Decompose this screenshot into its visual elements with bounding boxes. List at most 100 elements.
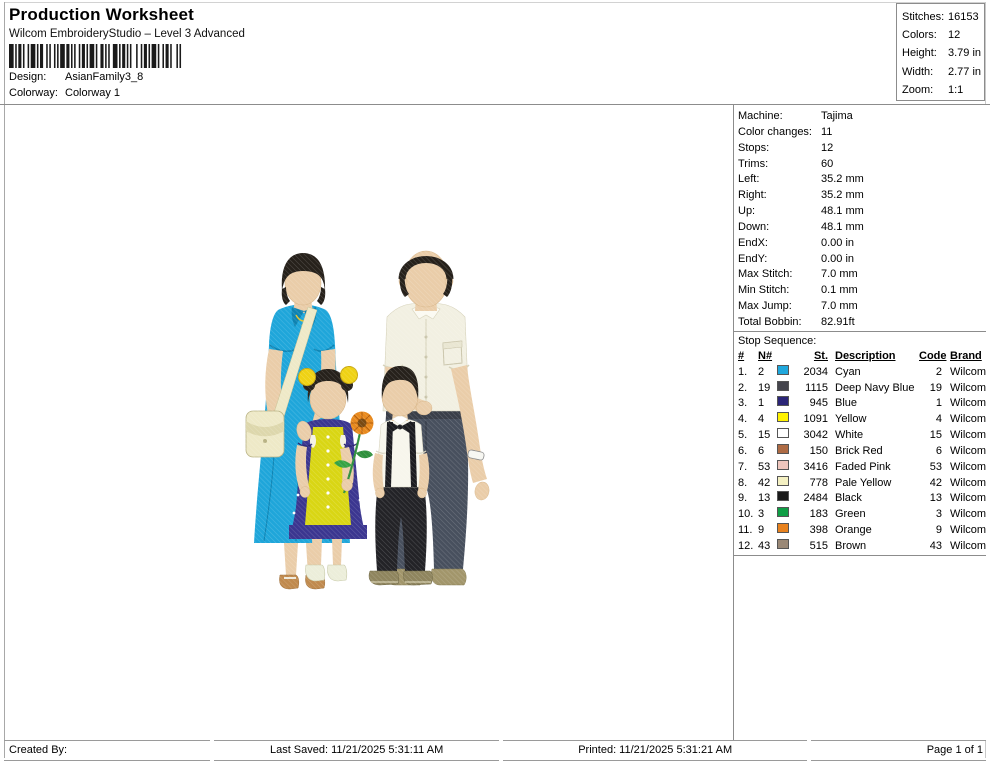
stats-row: Width:2.77 in: [902, 63, 984, 81]
machine-info-row: EndY:0.00 in: [738, 252, 986, 268]
swatch-cell: [777, 428, 793, 444]
stop-num: 6.: [738, 444, 758, 460]
stop-needle: 13: [758, 491, 777, 507]
stop-brand: Wilcom: [944, 365, 986, 381]
design-area: [5, 105, 733, 740]
swatch-cell: [777, 507, 793, 523]
color-swatch: [777, 460, 789, 470]
colorway-row: Colorway:Colorway 1: [9, 87, 120, 99]
stop-needle: 53: [758, 460, 777, 476]
machine-info-row: EndX:0.00 in: [738, 236, 986, 252]
stop-stitch-count: 150: [793, 444, 830, 460]
stop-needle: 1: [758, 396, 777, 412]
stop-brand: Wilcom: [944, 507, 986, 523]
machine-info-value: 48.1 mm: [821, 220, 864, 236]
stop-num: 12.: [738, 539, 758, 555]
machine-info-value: 0.1 mm: [821, 283, 858, 299]
machine-info-value: 60: [821, 157, 833, 173]
swatch-cell: [777, 444, 793, 460]
stop-description: Faded Pink: [830, 460, 919, 476]
stop-sequence-row: 8.42778Pale Yellow42Wilcom: [738, 476, 986, 492]
design-label: Design:: [9, 71, 65, 83]
swatch-cell: [777, 381, 793, 397]
stop-stitch-count: 3416: [793, 460, 830, 476]
stop-num: 5.: [738, 428, 758, 444]
machine-info-row: Trims:60: [738, 157, 986, 173]
machine-info-value: 0.00 in: [821, 236, 854, 252]
machine-info-label: EndX:: [738, 236, 821, 252]
stop-brand: Wilcom: [944, 523, 986, 539]
color-swatch: [777, 428, 789, 438]
stop-stitch-count: 2034: [793, 365, 830, 381]
color-swatch: [777, 491, 789, 501]
machine-info-value: 7.0 mm: [821, 267, 858, 283]
col-header-num: #: [738, 349, 758, 365]
footer-created-by: Created By:: [4, 740, 210, 761]
stop-stitch-count: 945: [793, 396, 830, 412]
stop-sequence-row: 2.191115Deep Navy Blue19Wilcom: [738, 381, 986, 397]
machine-info-row: Total Bobbin:82.91ft: [738, 315, 986, 331]
footer-printed: Printed: 11/21/2025 5:31:21 AM: [503, 740, 807, 761]
stats-label: Colors:: [902, 26, 948, 44]
machine-info-value: 12: [821, 141, 833, 157]
color-swatch: [777, 412, 789, 422]
stop-code: 9: [919, 523, 944, 539]
stop-num: 3.: [738, 396, 758, 412]
stop-code: 15: [919, 428, 944, 444]
stop-brand: Wilcom: [944, 539, 986, 555]
stats-value: 16153: [948, 8, 984, 26]
table-header-row: #N#St.DescriptionCodeBrand: [738, 349, 986, 365]
stop-code: 2: [919, 365, 944, 381]
color-swatch: [777, 523, 789, 533]
stop-code: 53: [919, 460, 944, 476]
machine-info-label: EndY:: [738, 252, 821, 268]
stop-description: Orange: [830, 523, 919, 539]
stop-sequence-row: 7.533416Faded Pink53Wilcom: [738, 460, 986, 476]
stop-num: 7.: [738, 460, 758, 476]
color-swatch: [777, 476, 789, 486]
stats-box: Stitches:16153Colors:12Height:3.79 inWid…: [896, 3, 985, 101]
stop-code: 19: [919, 381, 944, 397]
stop-description: Black: [830, 491, 919, 507]
stop-sequence-title: Stop Sequence:: [734, 332, 986, 349]
stop-code: 4: [919, 412, 944, 428]
stop-needle: 3: [758, 507, 777, 523]
machine-info-row: Right:35.2 mm: [738, 188, 986, 204]
stop-description: Green: [830, 507, 919, 523]
machine-info-value: 0.00 in: [821, 252, 854, 268]
stop-num: 11.: [738, 523, 758, 539]
swatch-cell: [777, 523, 793, 539]
machine-info-label: Left:: [738, 172, 821, 188]
machine-info-label: Color changes:: [738, 125, 821, 141]
design-preview: [240, 245, 498, 597]
stop-code: 1: [919, 396, 944, 412]
stop-description: Deep Navy Blue: [830, 381, 919, 397]
stop-code: 6: [919, 444, 944, 460]
stop-needle: 15: [758, 428, 777, 444]
stop-needle: 43: [758, 539, 777, 555]
table-bottom-border: [734, 555, 986, 556]
machine-info-value: 7.0 mm: [821, 299, 858, 315]
stop-stitch-count: 3042: [793, 428, 830, 444]
stop-sequence-row: 4.41091Yellow4Wilcom: [738, 412, 986, 428]
stop-description: Blue: [830, 396, 919, 412]
machine-info-label: Trims:: [738, 157, 821, 173]
stop-description: Brown: [830, 539, 919, 555]
stop-sequence-row: 9.132484Black13Wilcom: [738, 491, 986, 507]
stop-description: Brick Red: [830, 444, 919, 460]
stop-sequence-row: 11.9398Orange9Wilcom: [738, 523, 986, 539]
col-header-stitches: St.: [793, 349, 830, 365]
stop-num: 8.: [738, 476, 758, 492]
stop-brand: Wilcom: [944, 460, 986, 476]
color-swatch: [777, 365, 789, 375]
stop-needle: 4: [758, 412, 777, 428]
stats-label: Stitches:: [902, 8, 948, 26]
stop-description: Cyan: [830, 365, 919, 381]
machine-info-label: Total Bobbin:: [738, 315, 821, 331]
stop-sequence-row: 5.153042White15Wilcom: [738, 428, 986, 444]
stop-sequence-table: #N#St.DescriptionCodeBrand1.22034Cyan2Wi…: [734, 349, 986, 555]
machine-info-label: Max Stitch:: [738, 267, 821, 283]
machine-info-row: Down:48.1 mm: [738, 220, 986, 236]
stop-description: White: [830, 428, 919, 444]
stats-value: 3.79 in: [948, 44, 984, 62]
